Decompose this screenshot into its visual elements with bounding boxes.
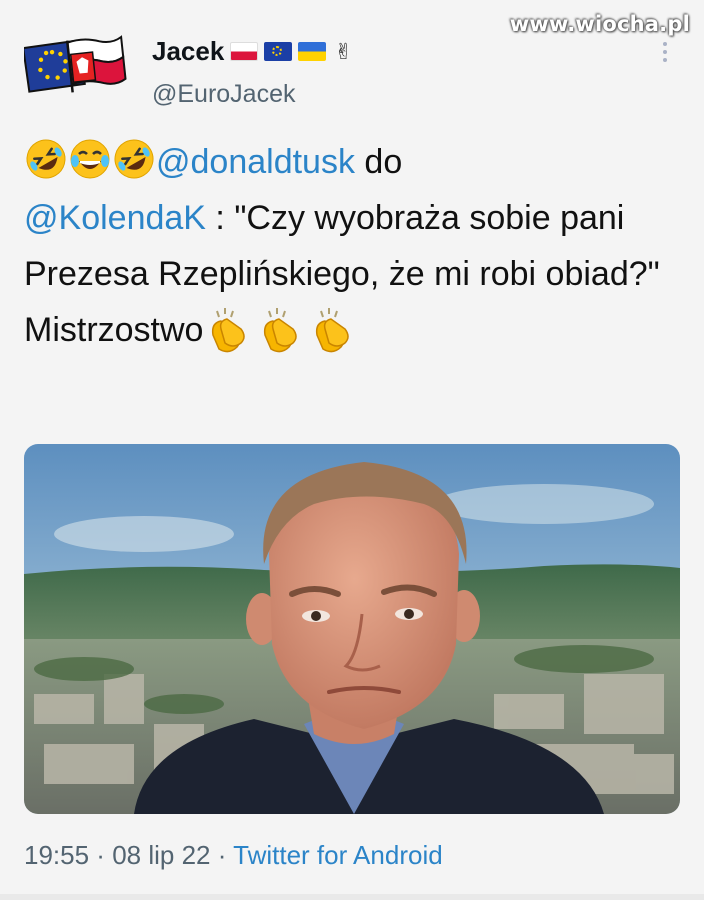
clapping-hands-icon [212,308,246,353]
tweet-date[interactable]: 08 lip 22 [112,840,210,870]
author-handle[interactable]: @EuroJacek [152,80,296,109]
rolling-laughing-emoji-icon [26,139,66,179]
rolling-laughing-emoji-icon [114,139,154,179]
separator: · [89,840,113,870]
display-name[interactable]: Jacek [152,36,224,67]
tweet-text: @donaldtusk do @KolendaK : "Czy wyobraża… [24,134,684,358]
clapping-hands-icon [264,308,298,353]
divider [0,894,704,900]
separator: · [210,840,234,870]
poland-flag-icon [230,42,259,61]
more-options-icon[interactable] [662,42,668,66]
watermark: www.wiocha.pl [509,12,690,36]
clapping-hands-icon [316,308,350,353]
tweet-source-link[interactable]: Twitter for Android [233,840,443,870]
tweet-card: www.wiocha.pl Jacek ✌ @EuroJacek @donald… [0,0,704,900]
victory-hand-icon: ✌ [334,38,353,64]
tweet-closing: Mistrzostwo [24,311,204,349]
mention-link[interactable]: @KolendaK [24,199,206,237]
tears-of-joy-emoji-icon [70,139,110,179]
ukraine-flag-icon [298,42,327,61]
mention-link[interactable]: @donaldtusk [156,143,355,181]
tweet-text-segment: do [354,143,403,181]
eu-flag-icon [264,42,293,61]
avatar[interactable] [24,30,128,102]
tweet-metadata: 19:55 · 08 lip 22 · Twitter for Android [24,840,443,871]
tweet-time[interactable]: 19:55 [24,840,89,870]
tweet-photo[interactable] [24,444,680,814]
author-name-row[interactable]: Jacek ✌ [152,36,353,67]
